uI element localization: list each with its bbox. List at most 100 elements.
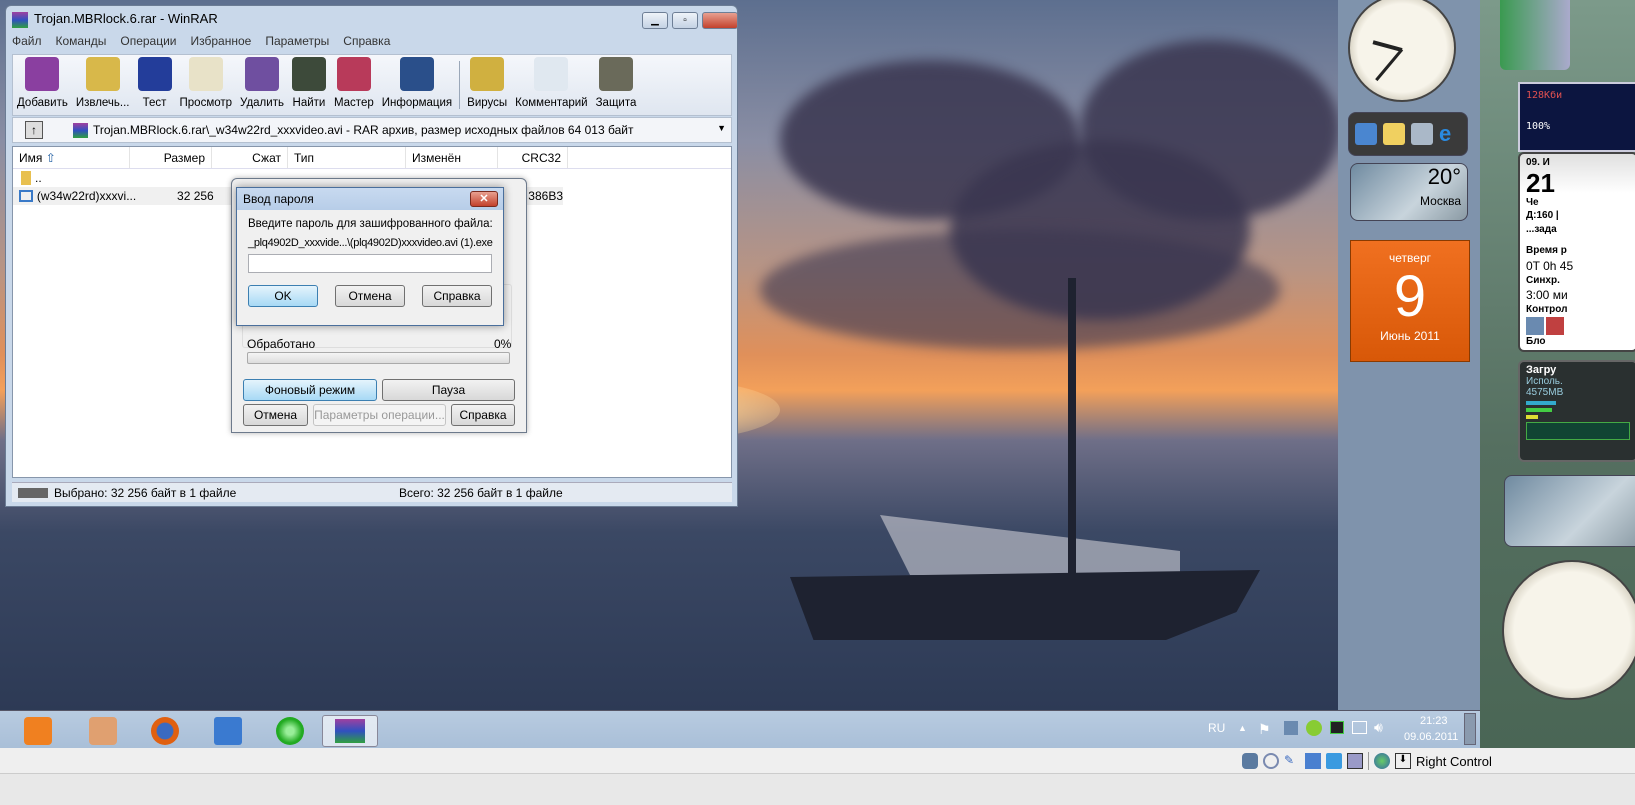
control-panel-icon[interactable] bbox=[1355, 123, 1377, 145]
toolbar-comment-button[interactable]: Комментарий bbox=[511, 55, 591, 115]
file-size: 32 256 bbox=[177, 189, 214, 203]
taskbar-downloader[interactable] bbox=[75, 715, 131, 747]
taskbar-green-app[interactable] bbox=[262, 715, 318, 747]
monitor-icon[interactable] bbox=[1330, 721, 1344, 734]
file-name: (w34w22rd)xxxvi... bbox=[36, 189, 137, 203]
control-label: Контрол bbox=[1526, 304, 1568, 316]
clock-time[interactable]: 21:23 bbox=[1420, 715, 1448, 727]
password-input[interactable] bbox=[248, 254, 492, 273]
taskbar-firefox[interactable] bbox=[137, 715, 193, 747]
column-crc[interactable]: CRC32 bbox=[498, 147, 568, 168]
network-adapters-icon[interactable] bbox=[1305, 753, 1321, 769]
meter-gadget bbox=[1500, 0, 1570, 70]
cancel-button[interactable]: Отмена bbox=[243, 404, 308, 426]
column-modified[interactable]: Изменён bbox=[406, 147, 498, 168]
toolbar-add-button[interactable]: Добавить bbox=[13, 55, 72, 115]
toolbar-test-button[interactable]: Тест bbox=[134, 55, 176, 115]
boat-mast bbox=[1068, 278, 1076, 578]
downloader-icon bbox=[89, 717, 117, 745]
menu-help[interactable]: Справка bbox=[343, 34, 390, 52]
usb-icon[interactable]: ✎ bbox=[1284, 753, 1300, 769]
status-selected: Выбрано: 32 256 байт в 1 файле bbox=[54, 485, 237, 500]
calendar-gadget[interactable]: четверг 9 Июнь 2011 bbox=[1350, 240, 1470, 362]
clock-date[interactable]: 09.06.2011 bbox=[1404, 731, 1458, 743]
taskbar-control-panel[interactable] bbox=[200, 715, 256, 747]
right-gadget-strip: 128Кби 100% 09. И 21 Че Д:160 | ...зада … bbox=[1480, 0, 1635, 748]
close-icon[interactable]: ✕ bbox=[470, 191, 498, 207]
menu-file[interactable]: Файл bbox=[12, 34, 42, 52]
show-hidden-icons-button[interactable]: ▲ bbox=[1238, 723, 1247, 733]
processed-percent: 0% bbox=[494, 337, 512, 351]
toolbar: Добавить Извлечь... Тест Просмотр Удалить Най… bbox=[12, 54, 732, 116]
toolbar-label: Информация bbox=[381, 97, 453, 109]
find-icon bbox=[291, 57, 326, 91]
taskbar-winrar[interactable] bbox=[322, 715, 378, 747]
volume-icon[interactable]: 🔊︎ bbox=[1374, 719, 1383, 736]
column-packed[interactable]: Сжат bbox=[212, 147, 288, 168]
action-center-flag-icon[interactable]: ⚑ bbox=[1258, 721, 1271, 738]
analog-clock-gadget-2[interactable] bbox=[1502, 560, 1635, 700]
power-icon[interactable] bbox=[1526, 316, 1544, 335]
toolbar-find-button[interactable]: Найти bbox=[288, 55, 330, 115]
shortcuts-gadget: e bbox=[1348, 112, 1468, 156]
internet-explorer-icon[interactable]: e bbox=[1439, 123, 1461, 145]
pause-button[interactable]: Пауза bbox=[382, 379, 515, 401]
sync-value: 3:00 ми bbox=[1526, 288, 1568, 303]
toolbar-virus-scan-button[interactable]: Вирусы bbox=[463, 55, 511, 115]
ok-button[interactable]: OK bbox=[248, 285, 318, 307]
drive-key-icon bbox=[18, 487, 48, 498]
maximize-button[interactable]: ▫ bbox=[672, 12, 698, 29]
menu-options[interactable]: Параметры bbox=[265, 34, 329, 52]
mouse-integration-icon[interactable] bbox=[1374, 753, 1390, 769]
test-icon bbox=[137, 57, 172, 91]
minimize-button[interactable]: ▁ bbox=[642, 12, 668, 29]
comment-icon bbox=[534, 57, 569, 91]
file-icon bbox=[19, 190, 33, 202]
up-folder-button[interactable]: ↑ bbox=[25, 121, 43, 139]
cancel-button[interactable]: Отмена bbox=[335, 285, 405, 307]
toolbar-wizard-button[interactable]: Мастер bbox=[330, 55, 378, 115]
folder-icon[interactable] bbox=[1383, 123, 1405, 145]
cd-icon[interactable] bbox=[1263, 753, 1279, 769]
virtualization-icon[interactable] bbox=[1347, 753, 1363, 769]
menu-commands[interactable]: Команды bbox=[56, 34, 107, 52]
toolbar-label: Извлечь... bbox=[75, 97, 130, 109]
close-button[interactable] bbox=[702, 12, 738, 29]
shared-folders-icon[interactable] bbox=[1326, 753, 1342, 769]
info-gadget: 09. И 21 Че Д:160 | ...зада Время р 0T 0… bbox=[1518, 152, 1635, 352]
weather-gadget-2[interactable] bbox=[1504, 475, 1635, 547]
menu-favorites[interactable]: Избранное bbox=[191, 34, 252, 52]
help-button[interactable]: Справка bbox=[451, 404, 515, 426]
background-mode-button[interactable]: Фоновый режим bbox=[243, 379, 377, 401]
shutdown-icon[interactable] bbox=[1546, 316, 1564, 335]
toolbar-info-button[interactable]: Информация bbox=[378, 55, 456, 115]
host-key-icon[interactable]: ⬇ bbox=[1395, 753, 1411, 769]
add-icon bbox=[25, 57, 60, 91]
chevron-down-icon[interactable]: ▼ bbox=[717, 123, 726, 133]
warning-app-icon[interactable] bbox=[1306, 720, 1322, 736]
virtualbox-icon[interactable] bbox=[1284, 721, 1298, 735]
menu-operations[interactable]: Операции bbox=[120, 34, 176, 52]
taskbar-media-player[interactable] bbox=[10, 715, 66, 747]
toolbar-extract-button[interactable]: Извлечь... bbox=[72, 55, 134, 115]
network-icon[interactable] bbox=[1352, 721, 1367, 734]
archive-path[interactable]: Trojan.MBRlock.6.rar\_w34w22rd_xxxvideo.… bbox=[93, 123, 633, 137]
help-button[interactable]: Справка bbox=[422, 285, 492, 307]
memory-used-label: Исполь. bbox=[1526, 376, 1563, 387]
toolbar-delete-button[interactable]: Удалить bbox=[236, 55, 288, 115]
analog-clock-gadget[interactable] bbox=[1348, 0, 1456, 102]
toolbar-label: Добавить bbox=[17, 97, 68, 109]
recycle-bin-icon[interactable] bbox=[1411, 123, 1433, 145]
language-indicator[interactable]: RU bbox=[1208, 721, 1225, 735]
show-desktop-button[interactable] bbox=[1464, 713, 1476, 745]
weather-gadget[interactable]: 20° Москва bbox=[1350, 163, 1468, 221]
toolbar-label: Комментарий bbox=[515, 97, 588, 109]
column-type[interactable]: Тип bbox=[288, 147, 406, 168]
toolbar-protect-button[interactable]: Защита bbox=[592, 55, 641, 115]
status-bar: Выбрано: 32 256 байт в 1 файле Всего: 32… bbox=[12, 482, 732, 502]
toolbar-view-button[interactable]: Просмотр bbox=[176, 55, 237, 115]
column-size[interactable]: Размер bbox=[130, 147, 212, 168]
hard-disk-icon[interactable] bbox=[1242, 753, 1258, 769]
column-name[interactable]: Имя ⇧ bbox=[13, 147, 130, 168]
status-total: Всего: 32 256 байт в 1 файле bbox=[399, 485, 563, 500]
